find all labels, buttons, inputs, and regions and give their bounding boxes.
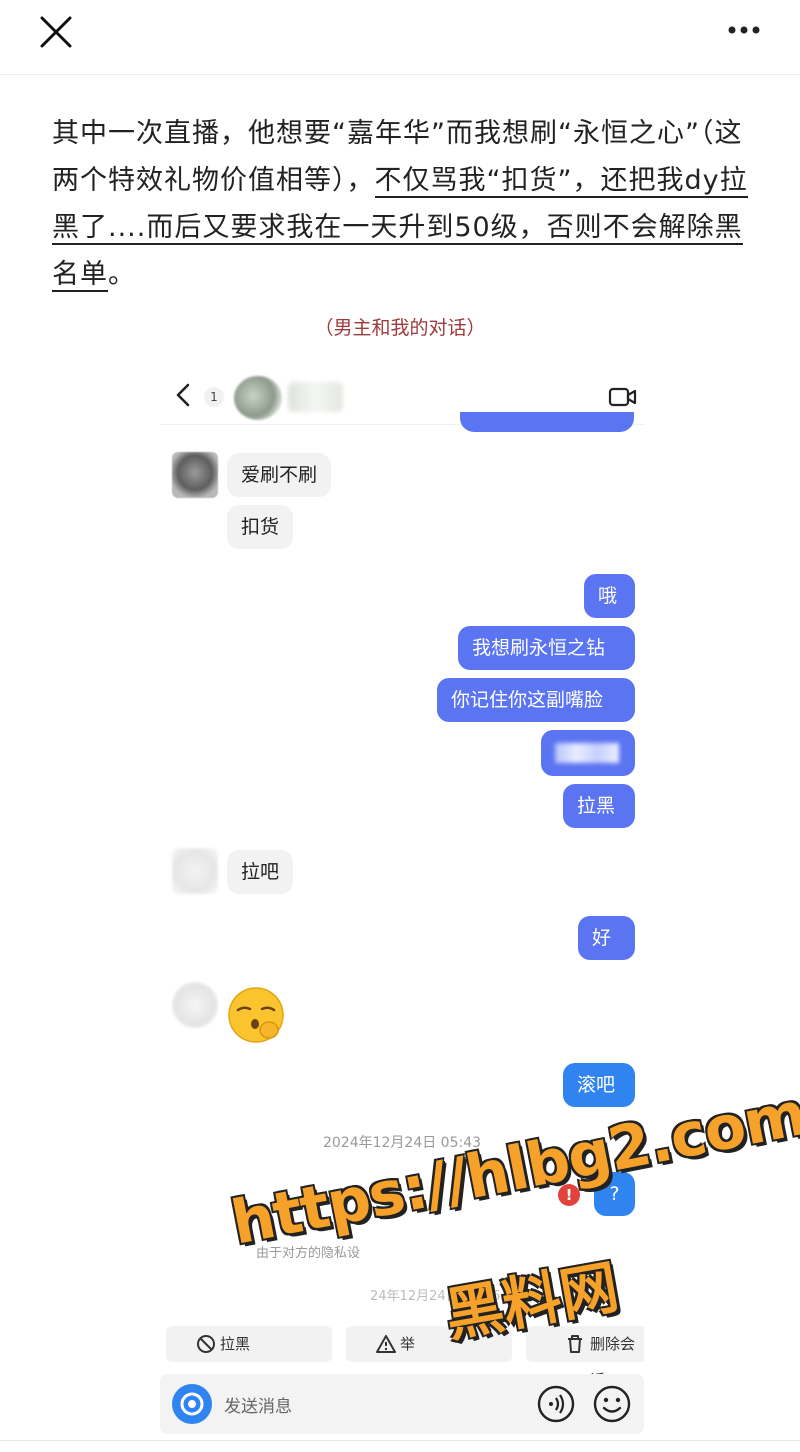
emoji-picker-icon[interactable] [592, 1384, 632, 1424]
article-text: 其中一次直播，他想要“嘉年华”而我想刷“永恒之心”（这两个特效礼物价值相等），不… [52, 110, 752, 298]
voice-input-icon[interactable] [536, 1384, 576, 1424]
video-call-icon[interactable] [608, 386, 638, 408]
block-button[interactable]: 拉黑 [166, 1326, 332, 1362]
outgoing-message[interactable]: 好 [578, 916, 635, 960]
block-icon [197, 1335, 215, 1353]
message-input-bar: 发送消息 [160, 1374, 644, 1434]
outgoing-message[interactable]: 你记住你这副嘴脸 [437, 678, 635, 722]
cut-off-outgoing-bubble [460, 412, 634, 432]
incoming-message[interactable]: 扣货 [227, 505, 294, 549]
back-icon[interactable] [174, 382, 192, 408]
screenshot-caption: （男主和我的对话） [314, 317, 486, 339]
incoming-message[interactable]: 爱刷不刷 [227, 453, 332, 497]
report-button-label: 举 [400, 1335, 416, 1353]
outgoing-message[interactable]: 拉黑 [563, 784, 635, 828]
contact-avatar[interactable] [172, 452, 218, 498]
contact-avatar[interactable] [172, 982, 218, 1028]
contact-avatar-blurred[interactable] [234, 376, 282, 420]
trash-icon [568, 1335, 582, 1353]
article-period: 。 [108, 259, 136, 290]
outgoing-message[interactable]: 哦 [584, 574, 635, 618]
bottom-divider [0, 1440, 800, 1441]
outgoing-message[interactable]: 我想刷永恒之钻 [458, 626, 635, 670]
more-options-icon[interactable] [718, 14, 770, 48]
incoming-message[interactable]: 拉吧 [227, 850, 294, 894]
contact-name-blurred [288, 382, 343, 412]
top-bar [0, 0, 800, 75]
camera-icon [180, 1392, 204, 1416]
contact-avatar[interactable] [172, 848, 218, 894]
outgoing-message[interactable]: 滚吧 [563, 1063, 635, 1107]
blurred-text [555, 743, 619, 763]
outgoing-message-blurred[interactable] [541, 730, 635, 776]
warning-icon [376, 1335, 396, 1353]
unread-count-badge: 1 [204, 387, 224, 407]
block-button-label: 拉黑 [220, 1335, 251, 1353]
close-icon[interactable] [34, 12, 78, 56]
hushed-face-emoji-icon[interactable] [226, 986, 286, 1044]
message-input[interactable]: 发送消息 [224, 1392, 292, 1417]
camera-button[interactable] [172, 1384, 212, 1424]
